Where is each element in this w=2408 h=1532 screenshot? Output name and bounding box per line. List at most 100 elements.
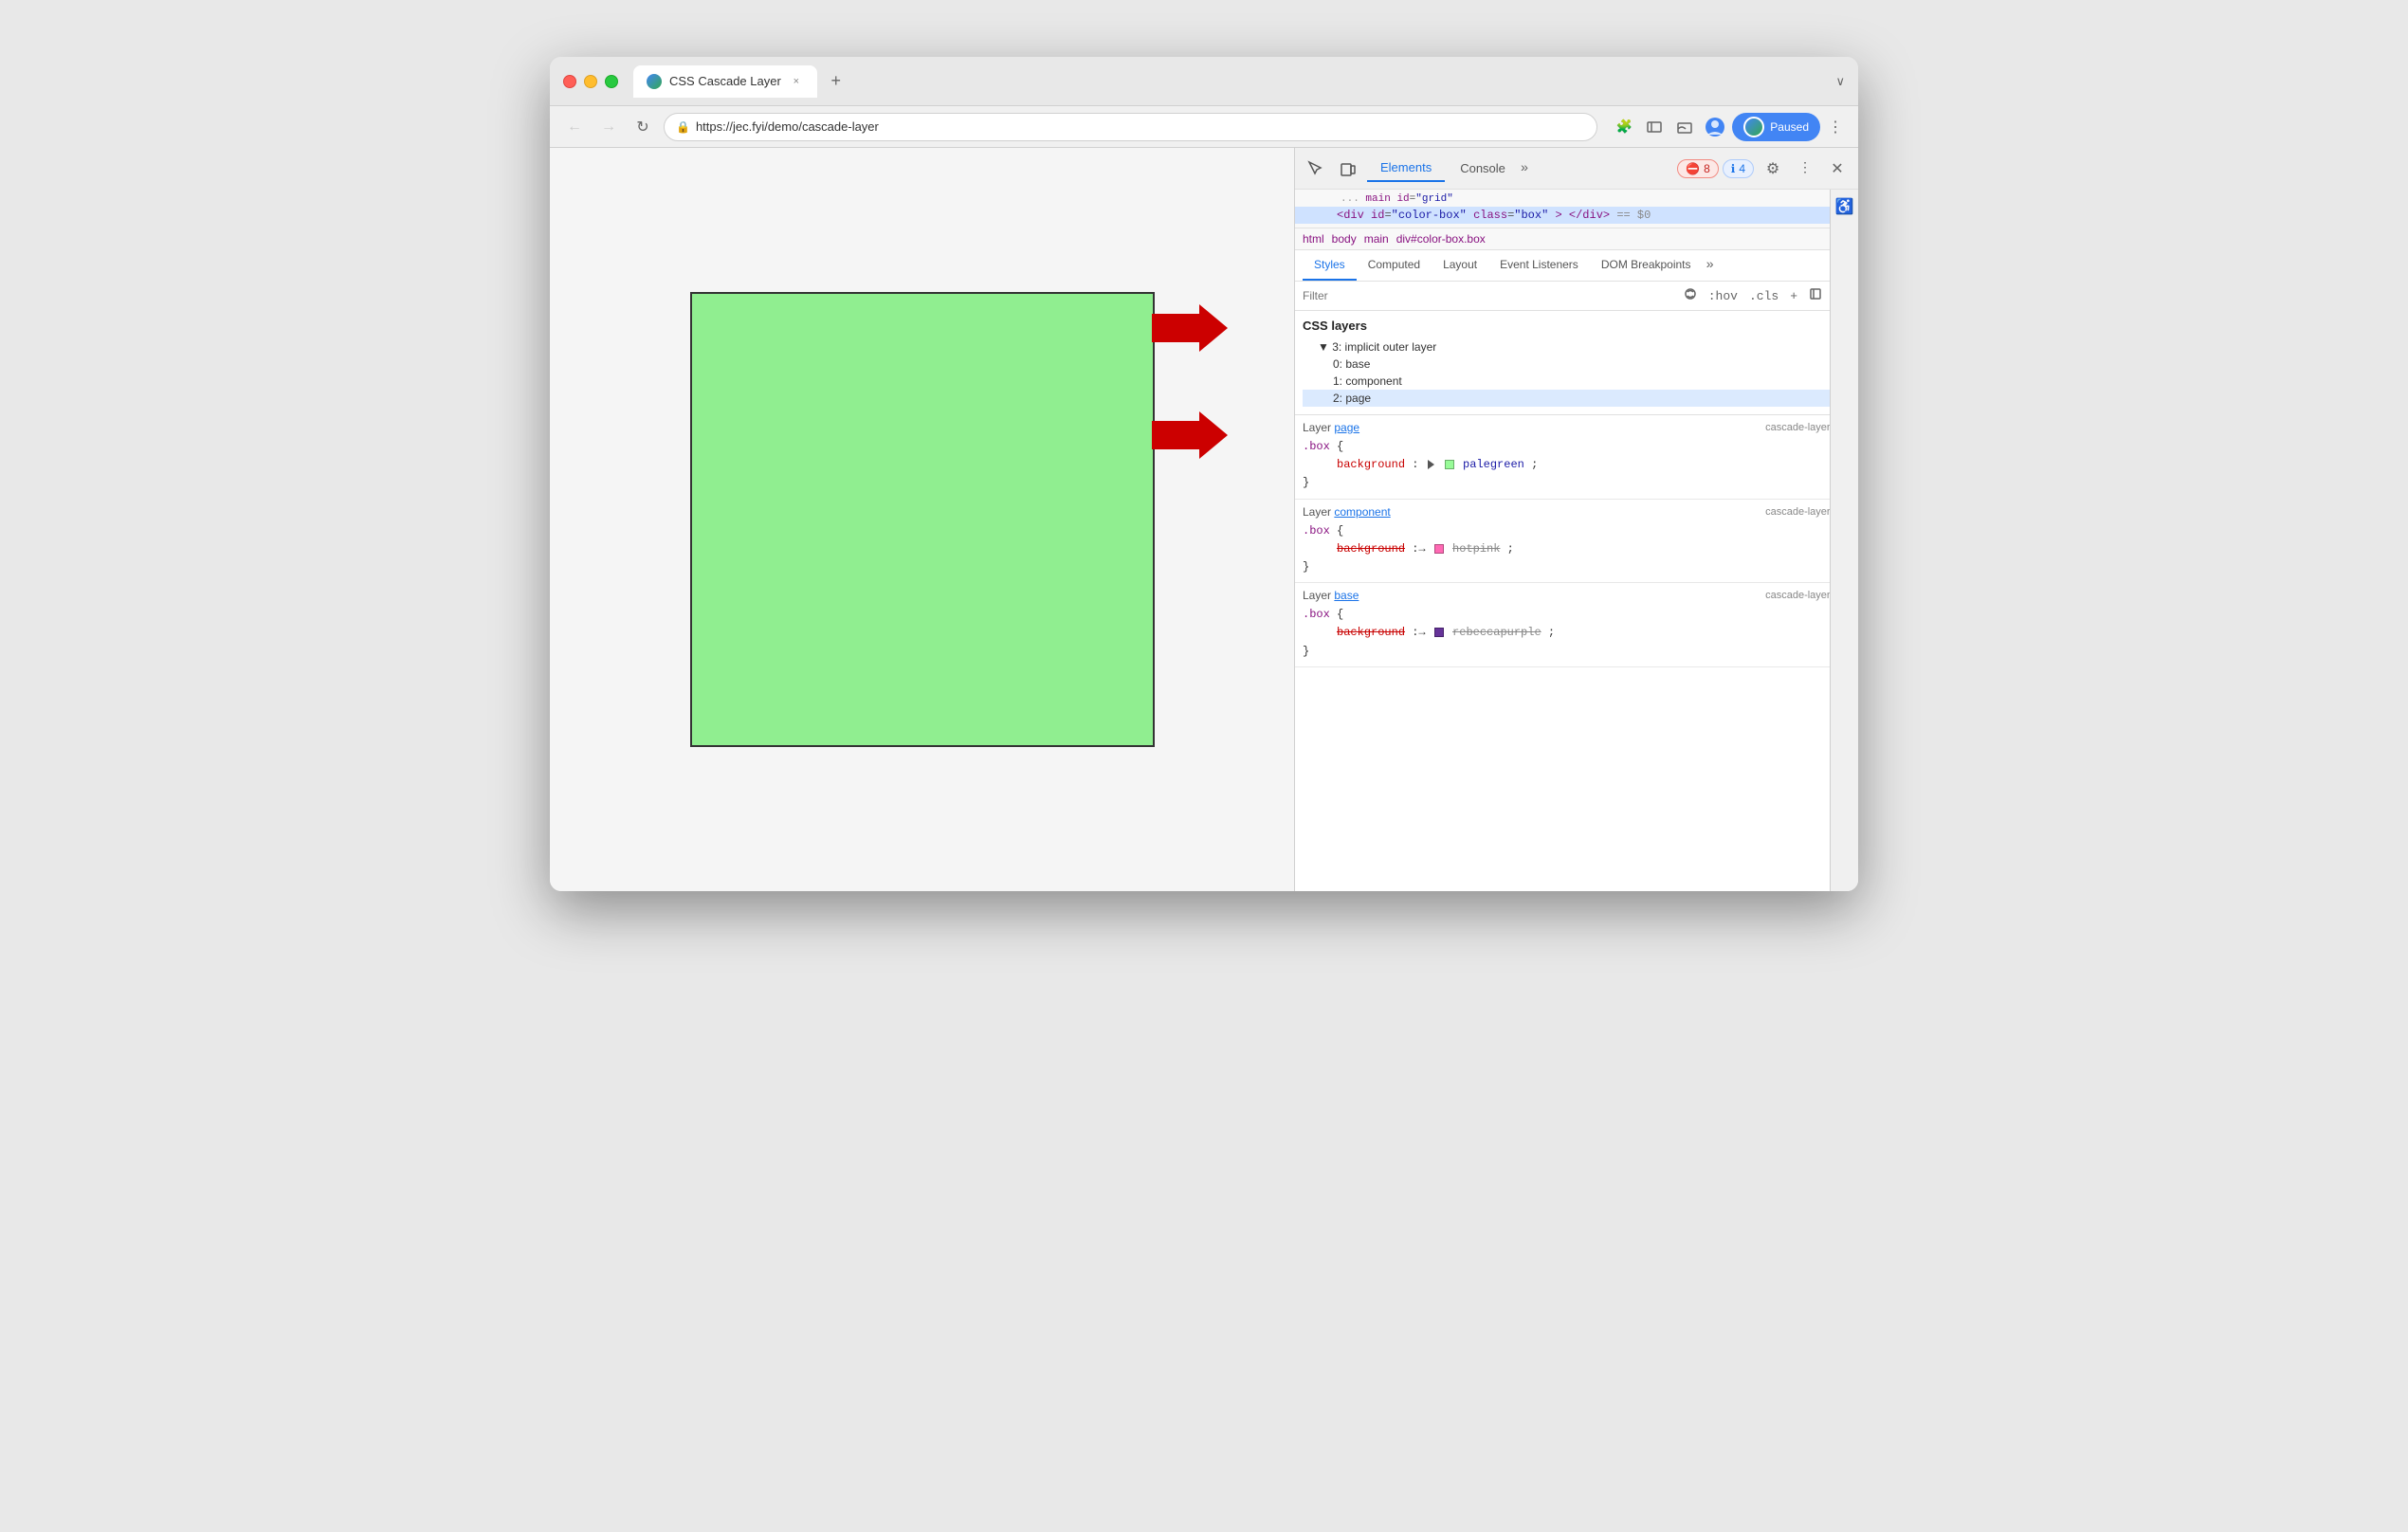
- style-rule-base-header: Layer base cascade-layer:317: [1303, 589, 1851, 602]
- browser-window: CSS Cascade Layer × + ∨ ← → ↻ 🔒 https://…: [550, 57, 1858, 891]
- info-count: 4: [1739, 162, 1745, 175]
- traffic-light-red[interactable]: [563, 75, 576, 88]
- filter-input[interactable]: [1303, 289, 1676, 302]
- devtools-panel: Elements Console » ⛔ 8 ℹ 4 ⚙ ⋮ ✕: [1294, 148, 1858, 891]
- element-breadcrumb: html body main div#color-box.box: [1295, 228, 1858, 250]
- breadcrumb-html[interactable]: html: [1303, 232, 1324, 246]
- demo-green-box: [690, 292, 1155, 747]
- layer-item-component[interactable]: 1: component: [1303, 373, 1851, 390]
- subtab-styles[interactable]: Styles: [1303, 250, 1357, 281]
- accessibility-panel: ♿: [1830, 190, 1858, 891]
- layer-item-base[interactable]: 0: base: [1303, 356, 1851, 373]
- subtabs-more-button[interactable]: »: [1706, 258, 1714, 273]
- webpage-area: [550, 148, 1294, 891]
- dom-selected-element[interactable]: <div id="color-box" class="box" > </div>…: [1295, 207, 1858, 224]
- layer-base-link[interactable]: base: [1334, 589, 1359, 602]
- reload-button[interactable]: ↻: [629, 114, 656, 140]
- triangle-icon: [1428, 460, 1434, 469]
- style-rule-base: Layer base cascade-layer:317 .box { back…: [1295, 583, 1858, 667]
- css-prop-background-component[interactable]: background: [1337, 542, 1405, 556]
- layer-triangle: ▼: [1318, 340, 1332, 354]
- layer-component-prefix: Layer component: [1303, 505, 1391, 519]
- tab-overflow-button[interactable]: ∨: [1835, 74, 1845, 89]
- style-rule-page: Layer page cascade-layer:312 .box { back…: [1295, 415, 1858, 500]
- devtools-more-options-button[interactable]: ⋮: [1792, 155, 1818, 182]
- tab-console[interactable]: Console: [1447, 155, 1519, 181]
- filter-refresh-icon[interactable]: [1680, 285, 1701, 306]
- devtools-close-button[interactable]: ✕: [1824, 155, 1851, 182]
- subtab-computed[interactable]: Computed: [1357, 250, 1432, 281]
- layer-outer-label: 3: implicit outer layer: [1332, 340, 1436, 354]
- subtab-dom-breakpoints[interactable]: DOM Breakpoints: [1590, 250, 1703, 281]
- css-layers-section: CSS layers ▼ 3: implicit outer layer 0: …: [1295, 311, 1858, 415]
- tab-elements[interactable]: Elements: [1367, 155, 1445, 182]
- subtab-event-listeners[interactable]: Event Listeners: [1488, 250, 1590, 281]
- breadcrumb-main[interactable]: main: [1364, 232, 1389, 246]
- url-bar[interactable]: 🔒 https://jec.fyi/demo/cascade-layer: [664, 113, 1597, 141]
- browser-tab-active[interactable]: CSS Cascade Layer ×: [633, 65, 817, 98]
- cast-icon[interactable]: [1671, 114, 1698, 140]
- accessibility-icon[interactable]: ♿: [1835, 197, 1854, 216]
- devtools-badges: ⛔ 8 ℹ 4: [1677, 159, 1754, 178]
- css-selector-component: .box: [1303, 524, 1330, 538]
- css-value-hotpink: hotpink: [1452, 542, 1500, 556]
- error-badge[interactable]: ⛔ 8: [1677, 159, 1719, 178]
- new-stylesheet-button[interactable]: [1805, 285, 1826, 306]
- layer-page-label: 2: page: [1333, 392, 1371, 405]
- info-icon: ℹ: [1731, 162, 1736, 175]
- css-value-palegreen: palegreen: [1463, 458, 1524, 471]
- profile-icon[interactable]: [1702, 114, 1728, 140]
- forward-button[interactable]: →: [595, 114, 622, 140]
- color-swatch-palegreen[interactable]: [1445, 460, 1454, 469]
- css-selector-page: .box: [1303, 440, 1330, 453]
- style-rule-component: Layer component cascade-layer:322 .box {…: [1295, 500, 1858, 584]
- css-selector-base: .box: [1303, 608, 1330, 621]
- devtools-more-tabs[interactable]: »: [1521, 161, 1528, 176]
- devtools-header: Elements Console » ⛔ 8 ℹ 4 ⚙ ⋮ ✕: [1295, 148, 1858, 190]
- add-style-button[interactable]: +: [1786, 287, 1801, 305]
- subtab-layout[interactable]: Layout: [1432, 250, 1488, 281]
- devtools-icon[interactable]: [1641, 114, 1668, 140]
- device-toggle-button[interactable]: [1335, 155, 1361, 182]
- url-text: https://jec.fyi/demo/cascade-layer: [696, 119, 879, 134]
- paused-label: Paused: [1770, 120, 1809, 134]
- traffic-light-yellow[interactable]: [584, 75, 597, 88]
- extensions-icon[interactable]: 🧩: [1611, 114, 1637, 140]
- traffic-light-green[interactable]: [605, 75, 618, 88]
- styles-toolbar: :hov .cls +: [1295, 282, 1858, 311]
- styles-panel: CSS layers ▼ 3: implicit outer layer 0: …: [1295, 311, 1858, 891]
- tab-favicon: [647, 74, 662, 89]
- cls-button[interactable]: .cls: [1745, 287, 1782, 305]
- layer-component-link[interactable]: component: [1334, 505, 1390, 519]
- title-bar: CSS Cascade Layer × + ∨: [550, 57, 1858, 106]
- layer-component-label: 1: component: [1333, 374, 1402, 388]
- devtools-settings-button[interactable]: ⚙: [1760, 155, 1786, 182]
- tab-close-button[interactable]: ×: [789, 74, 804, 89]
- tab-bar: CSS Cascade Layer × +: [633, 65, 1826, 98]
- color-swatch-hotpink[interactable]: [1434, 544, 1444, 554]
- style-rule-page-header: Layer page cascade-layer:312: [1303, 421, 1851, 434]
- tab-title: CSS Cascade Layer: [669, 74, 781, 88]
- hov-button[interactable]: :hov: [1705, 287, 1742, 305]
- devtools-subtabs: Styles Computed Layout Event Listeners D…: [1295, 250, 1858, 282]
- arrow-css-layers: [1152, 304, 1228, 352]
- breadcrumb-div[interactable]: div#color-box.box: [1396, 232, 1486, 246]
- css-value-rebeccapurple: rebeccapurple: [1452, 626, 1541, 639]
- paused-button[interactable]: Paused: [1732, 113, 1820, 141]
- browser-menu-button[interactable]: ⋮: [1824, 114, 1847, 140]
- breadcrumb-body[interactable]: body: [1332, 232, 1357, 246]
- color-swatch-rebeccapurple[interactable]: [1434, 628, 1444, 637]
- inspect-element-button[interactable]: [1303, 155, 1329, 182]
- main-content: Elements Console » ⛔ 8 ℹ 4 ⚙ ⋮ ✕: [550, 148, 1858, 891]
- layer-item-page[interactable]: 2: page: [1303, 390, 1851, 407]
- new-tab-button[interactable]: +: [823, 68, 849, 95]
- error-count: 8: [1704, 162, 1710, 175]
- info-badge[interactable]: ℹ 4: [1723, 159, 1754, 178]
- layer-page-link[interactable]: page: [1334, 421, 1359, 434]
- dom-parent-truncated: ... main id="grid": [1303, 193, 1851, 207]
- layer-item-outer[interactable]: ▼ 3: implicit outer layer: [1303, 338, 1851, 356]
- css-prop-background-base[interactable]: background: [1337, 626, 1405, 639]
- css-rule-page: .box { background : palegreen ; }: [1303, 438, 1851, 493]
- css-prop-background-page[interactable]: background: [1337, 458, 1405, 471]
- back-button[interactable]: ←: [561, 114, 588, 140]
